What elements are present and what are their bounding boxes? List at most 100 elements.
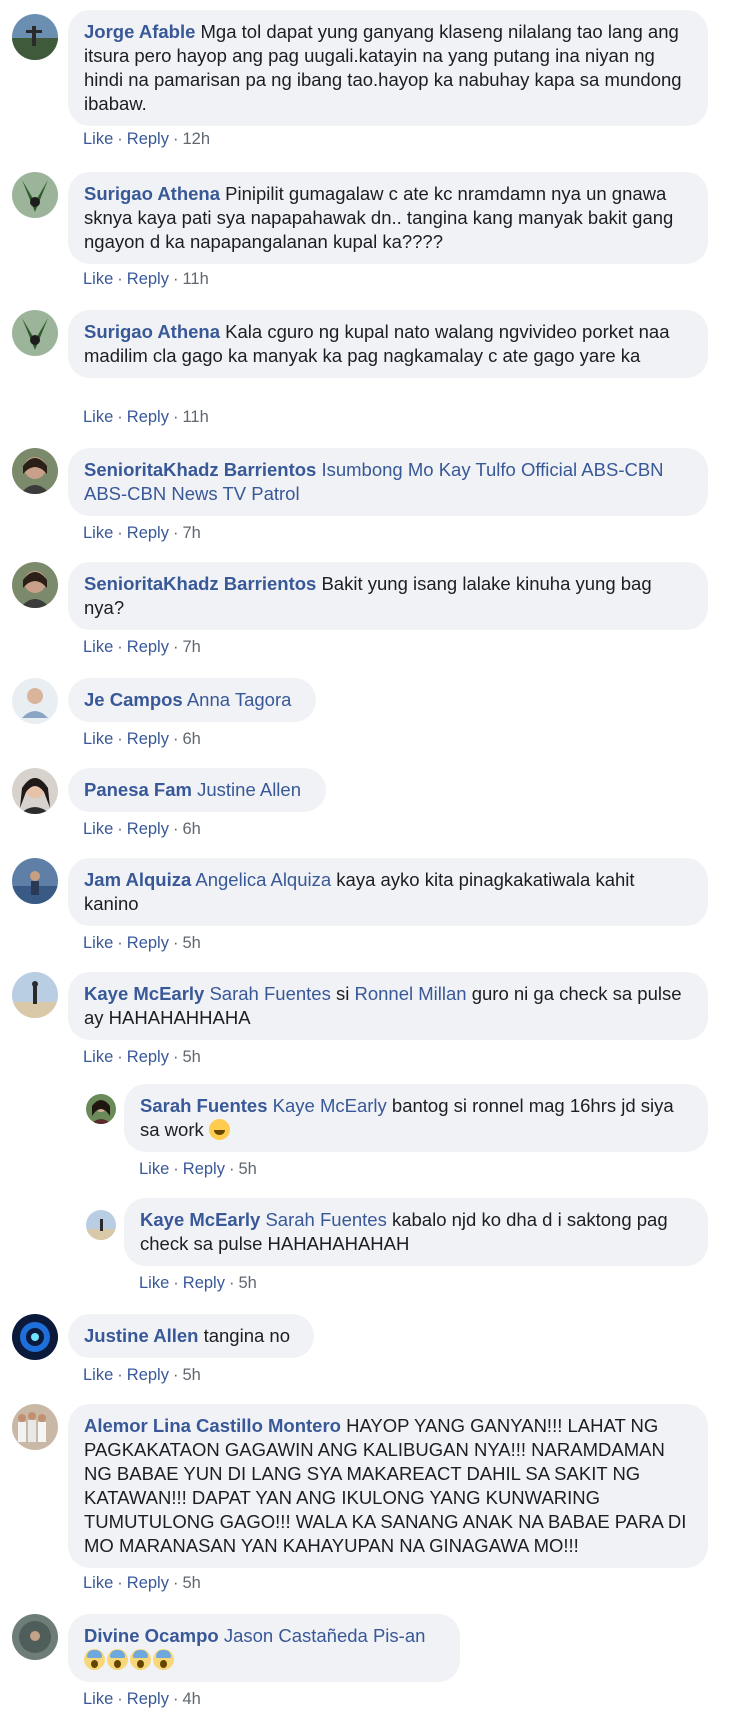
comment-author[interactable]: Divine Ocampo (84, 1625, 219, 1646)
avatar[interactable] (86, 1094, 116, 1124)
avatar[interactable] (12, 448, 58, 494)
separator: · (172, 1366, 179, 1384)
separator: · (117, 408, 123, 426)
like-link[interactable]: Like (83, 1690, 113, 1708)
timestamp[interactable]: 11h (182, 270, 208, 288)
like-link[interactable]: Like (83, 934, 113, 952)
tagged-user[interactable]: Kaye McEarly (273, 1095, 387, 1116)
comment-bubble: Jorge Afable Mga tol dapat yung ganyang … (68, 10, 708, 126)
comment-author[interactable]: Je Campos (84, 689, 183, 710)
reply-link[interactable]: Reply (183, 1274, 225, 1292)
like-link[interactable]: Like (139, 1160, 169, 1178)
timestamp[interactable]: 5h (238, 1274, 256, 1292)
like-link[interactable]: Like (83, 820, 113, 838)
comment-bubble: Surigao Athena Kala cguro ng kupal nato … (68, 310, 708, 378)
tagged-user[interactable]: Jason Castañeda Pis-an (224, 1625, 426, 1646)
timestamp[interactable]: 5h (182, 1048, 200, 1066)
tagged-user[interactable]: Isumbong Mo Kay Tulfo Official (321, 459, 577, 480)
timestamp[interactable]: 7h (182, 524, 200, 542)
like-link[interactable]: Like (83, 638, 113, 656)
avatar[interactable] (12, 678, 58, 724)
reply-link[interactable]: Reply (127, 1048, 169, 1066)
avatar[interactable] (12, 562, 58, 608)
comment-author[interactable]: Justine Allen (84, 1325, 198, 1346)
reply-link[interactable]: Reply (127, 1690, 169, 1708)
reply-link[interactable]: Reply (127, 1366, 169, 1384)
reply-link[interactable]: Reply (127, 408, 169, 426)
tagged-user[interactable]: Angelica Alquiza (195, 869, 331, 890)
reply-link[interactable]: Reply (127, 524, 169, 542)
comment-author[interactable]: Jorge Afable (84, 21, 195, 42)
separator: · (172, 1574, 179, 1592)
comment-actions: Like · Reply · 6h (83, 820, 201, 839)
timestamp[interactable]: 6h (182, 730, 200, 748)
comment-author[interactable]: Surigao Athena (84, 183, 220, 204)
comment-author[interactable]: SenioritaKhadz Barrientos (84, 573, 316, 594)
avatar[interactable] (12, 768, 58, 814)
tagged-user[interactable]: TV Patrol (222, 483, 299, 504)
tagged-user[interactable]: ABS-CBN News (84, 483, 218, 504)
like-link[interactable]: Like (83, 1048, 113, 1066)
like-link[interactable]: Like (83, 1366, 113, 1384)
timestamp[interactable]: 7h (182, 638, 200, 656)
comment-author[interactable]: SenioritaKhadz Barrientos (84, 459, 316, 480)
tagged-user[interactable]: Sarah Fuentes (265, 1209, 386, 1230)
separator: · (172, 730, 179, 748)
tagged-user[interactable]: Anna Tagora (187, 689, 292, 710)
screaming-face-emoji (130, 1649, 151, 1670)
comment-text: si (335, 983, 350, 1004)
avatar[interactable] (12, 1314, 58, 1360)
like-link[interactable]: Like (83, 1574, 113, 1592)
avatar[interactable] (12, 1404, 58, 1450)
timestamp[interactable]: 5h (182, 1574, 200, 1592)
comment-actions: Like · Reply · 11h (83, 408, 209, 427)
separator: · (172, 408, 179, 426)
reply-link[interactable]: Reply (127, 638, 169, 656)
comment-author[interactable]: Surigao Athena (84, 321, 220, 342)
reply-link[interactable]: Reply (127, 820, 169, 838)
like-link[interactable]: Like (83, 730, 113, 748)
avatar[interactable] (12, 858, 58, 904)
comment-actions: Like · Reply · 12h (83, 130, 210, 149)
avatar[interactable] (12, 14, 58, 60)
like-link[interactable]: Like (83, 408, 113, 426)
timestamp[interactable]: 11h (182, 408, 208, 426)
comment-author[interactable]: Sarah Fuentes (140, 1095, 268, 1116)
like-link[interactable]: Like (83, 270, 113, 288)
reply-link[interactable]: Reply (183, 1160, 225, 1178)
like-link[interactable]: Like (139, 1274, 169, 1292)
tagged-user[interactable]: Sarah Fuentes (209, 983, 330, 1004)
comment-bubble: SenioritaKhadz Barrientos Bakit yung isa… (68, 562, 708, 630)
comment-author[interactable]: Panesa Fam (84, 779, 192, 800)
timestamp[interactable]: 12h (182, 130, 210, 148)
reply-link[interactable]: Reply (127, 934, 169, 952)
tagged-user[interactable]: Justine Allen (197, 779, 301, 800)
timestamp[interactable]: 5h (238, 1160, 256, 1178)
avatar[interactable] (12, 1614, 58, 1660)
avatar[interactable] (12, 972, 58, 1018)
timestamp[interactable]: 4h (182, 1690, 200, 1708)
avatar[interactable] (12, 310, 58, 356)
like-link[interactable]: Like (83, 130, 113, 148)
like-link[interactable]: Like (83, 524, 113, 542)
comment-author[interactable]: Kaye McEarly (84, 983, 204, 1004)
timestamp[interactable]: 6h (182, 820, 200, 838)
timestamp[interactable]: 5h (182, 1366, 200, 1384)
comment-actions: Like · Reply · 7h (83, 524, 201, 543)
reply-link[interactable]: Reply (127, 1574, 169, 1592)
tagged-user[interactable]: Ronnel Millan (354, 983, 466, 1004)
tagged-user[interactable]: ABS-CBN (581, 459, 663, 480)
comment-author[interactable]: Jam Alquiza (84, 869, 191, 890)
avatar[interactable] (86, 1210, 116, 1240)
reply-link[interactable]: Reply (127, 730, 169, 748)
reply-link[interactable]: Reply (127, 130, 169, 148)
comment-actions: Like · Reply · 5h (83, 1574, 201, 1593)
comment-author[interactable]: Alemor Lina Castillo Montero (84, 1415, 341, 1436)
reply-link[interactable]: Reply (127, 270, 169, 288)
separator: · (117, 1366, 123, 1384)
comment-actions: Like · Reply · 7h (83, 638, 201, 657)
comment-author[interactable]: Kaye McEarly (140, 1209, 260, 1230)
separator: · (117, 270, 123, 288)
avatar[interactable] (12, 172, 58, 218)
timestamp[interactable]: 5h (182, 934, 200, 952)
